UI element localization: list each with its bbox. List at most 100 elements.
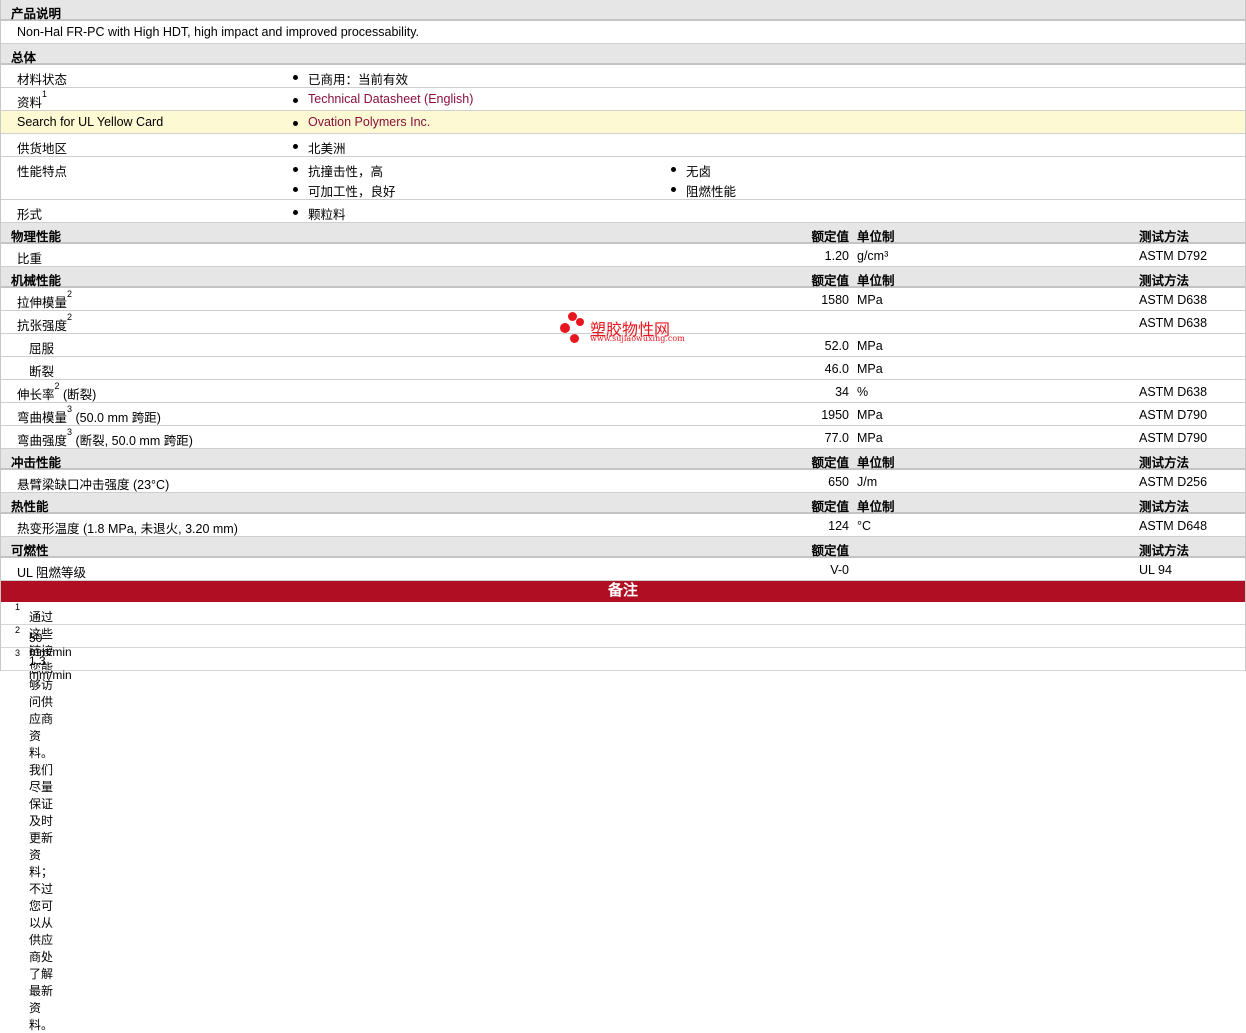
property-name: 屈服	[29, 342, 55, 356]
footnote-ref: 1	[42, 89, 48, 99]
property-unit: %	[857, 385, 869, 399]
info-label: 性能特点	[17, 165, 68, 179]
property-value: 1950	[821, 408, 849, 422]
note-text: 2 50 mm/min	[15, 625, 72, 659]
test-method: UL 94	[1139, 563, 1172, 577]
property-unit: °C	[857, 519, 872, 533]
header-method: 测试方法	[1139, 544, 1190, 558]
property-unit: MPa	[857, 339, 883, 353]
note-row: 2 50 mm/min	[1, 625, 1245, 659]
property-value: 650	[828, 475, 849, 489]
property-name: 弯曲模量	[17, 411, 68, 425]
info-value: 颗粒料	[293, 204, 346, 223]
info-value: 可加工性，良好	[293, 181, 396, 200]
section-title: 机械性能	[11, 274, 62, 288]
footnote-ref: 3	[67, 404, 73, 414]
property-row: 弯曲强度3 (断裂, 50.0 mm 跨距) 77.0 MPa ASTM D790	[1, 426, 1245, 449]
info-label: 供货地区	[17, 138, 67, 157]
property-label: 断裂	[29, 361, 54, 380]
property-value: 52.0	[824, 339, 849, 353]
property-label: 热变形温度 (1.8 MPa, 未退火, 3.20 mm)	[17, 518, 238, 537]
section-header: 总体	[1, 44, 1245, 65]
property-label: UL 阻燃等级	[17, 562, 86, 581]
header-value: 额定值	[811, 230, 849, 244]
header-value: 额定值	[811, 274, 849, 288]
header-value: 额定值	[811, 544, 849, 558]
info-value: 无卤	[670, 161, 711, 180]
property-name: UL 阻燃等级	[17, 566, 86, 580]
property-value: 77.0	[824, 431, 849, 445]
property-name: 热变形温度 (1.8 MPa, 未退火, 3.20 mm)	[17, 522, 238, 536]
header-value: 额定值	[811, 456, 849, 470]
property-condition: (断裂)	[63, 388, 97, 402]
property-row: 弯曲模量3 (50.0 mm 跨距) 1950 MPa ASTM D790	[1, 403, 1245, 426]
section-title: 物理性能	[11, 230, 62, 244]
property-name: 抗张强度	[17, 319, 68, 333]
property-name: 伸长率	[17, 388, 55, 402]
header-method: 测试方法	[1139, 230, 1190, 244]
section-header: 冲击性能 额定值 单位制 测试方法	[1, 449, 1245, 470]
footnote-ref: 2	[67, 289, 73, 299]
section-title: 冲击性能	[11, 456, 62, 470]
footnote-number: 1	[15, 602, 21, 612]
footnote-ref: 2	[67, 312, 73, 322]
property-unit: MPa	[857, 362, 883, 376]
property-label: 悬臂梁缺口冲击强度 (23°C)	[17, 474, 169, 493]
property-value: 1.20	[824, 249, 849, 263]
info-label-text: 材料状态	[17, 73, 68, 87]
footnote-number: 2	[15, 625, 21, 635]
info-label-text: 供货地区	[17, 142, 68, 156]
test-method: ASTM D638	[1139, 293, 1208, 307]
notes-header: 备注	[1, 581, 1245, 602]
property-label: 拉伸模量2	[17, 289, 73, 311]
property-row: UL 阻燃等级 V-0 UL 94	[1, 558, 1245, 581]
property-unit: MPa	[857, 408, 883, 422]
property-row: 比重 1.20 g/cm³ ASTM D792	[1, 244, 1245, 267]
info-label-text: 形式	[17, 208, 43, 222]
test-method: ASTM D790	[1139, 431, 1208, 445]
header-method: 测试方法	[1139, 274, 1190, 288]
property-value: 46.0	[824, 362, 849, 376]
property-label: 抗张强度2	[17, 312, 73, 334]
header-unit: 单位制	[857, 230, 895, 244]
product-description: Non-Hal FR-PC with High HDT, high impact…	[17, 25, 419, 39]
property-unit: g/cm³	[857, 249, 889, 263]
section-title: 总体	[11, 51, 37, 65]
section-header: 产品说明	[1, 0, 1245, 21]
info-label-text: Search for UL Yellow Card	[17, 115, 164, 129]
section-header: 物理性能 额定值 单位制 测试方法	[1, 223, 1245, 244]
note-row: 1 通过这些链接您能够访问供应商资料。我们尽量保证及时更新资料；不过您可以从供应…	[1, 602, 1245, 1032]
info-row: 性能特点 抗撞击性，高 可加工性，良好 无卤 阻燃性能	[1, 157, 1245, 200]
property-value: 34	[835, 385, 849, 399]
property-value: 1580	[821, 293, 849, 307]
property-condition: (断裂, 50.0 mm 跨距)	[75, 434, 193, 448]
header-method: 测试方法	[1139, 456, 1190, 470]
property-row: 热变形温度 (1.8 MPa, 未退火, 3.20 mm) 124 °C ASTM D…	[1, 514, 1245, 537]
info-link[interactable]: Ovation Polymers Inc.	[292, 115, 430, 129]
test-method: ASTM D256	[1139, 475, 1208, 489]
property-label: 弯曲强度3 (断裂, 50.0 mm 跨距)	[17, 427, 193, 449]
info-row: 资料1 Technical Datasheet (English)	[1, 88, 1245, 111]
note-text: 1 通过这些链接您能够访问供应商资料。我们尽量保证及时更新资料；不过您可以从供应…	[15, 602, 53, 1032]
header-unit: 单位制	[857, 274, 895, 288]
property-label: 弯曲模量3 (50.0 mm 跨距)	[17, 404, 161, 426]
info-label: 形式	[17, 204, 42, 223]
header-unit: 单位制	[857, 500, 895, 514]
test-method: ASTM D792	[1139, 249, 1208, 263]
property-row: 拉伸模量2 1580 MPa ASTM D638	[1, 288, 1245, 311]
section-title: 热性能	[11, 500, 49, 514]
property-value: 124	[828, 519, 849, 533]
info-label: 材料状态	[17, 69, 67, 88]
section-header: 机械性能 额定值 单位制 测试方法	[1, 267, 1245, 288]
info-row: 材料状态 已商用：当前有效	[1, 65, 1245, 88]
info-link[interactable]: Technical Datasheet (English)	[292, 92, 473, 106]
property-row: 抗张强度2 ASTM D638	[1, 311, 1245, 334]
footnote-number: 3	[15, 648, 21, 658]
property-label: 屈服	[29, 338, 54, 357]
info-row: Search for UL Yellow Card Ovation Polymer…	[1, 111, 1245, 134]
property-row: 悬臂梁缺口冲击强度 (23°C) 650 J/m ASTM D256	[1, 470, 1245, 493]
property-label: 比重	[17, 248, 42, 267]
info-label: Search for UL Yellow Card	[17, 115, 163, 129]
header-method: 测试方法	[1139, 500, 1190, 514]
property-row: 断裂 46.0 MPa	[1, 357, 1245, 380]
